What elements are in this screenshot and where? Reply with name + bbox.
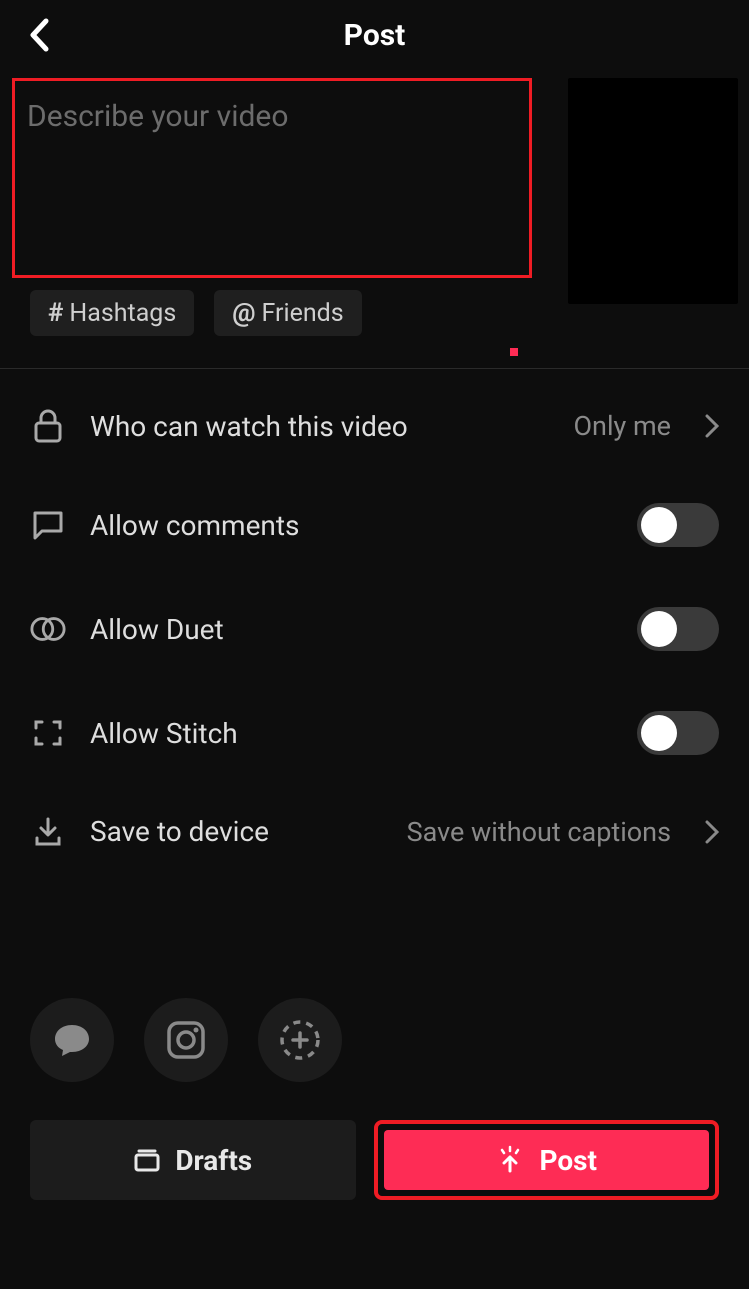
duet-label: Allow Duet <box>90 613 613 646</box>
caption-placeholder: Describe your video <box>27 99 517 134</box>
chips-row: # Hashtags @ Friends <box>30 290 550 336</box>
duet-row: Allow Duet <box>30 577 719 681</box>
caption-input[interactable]: Describe your video <box>12 78 532 278</box>
friends-label: Friends <box>262 299 344 328</box>
back-button[interactable] <box>28 18 50 52</box>
comment-icon <box>30 510 66 540</box>
indicator-dot <box>510 348 518 356</box>
chevron-left-icon <box>28 18 50 52</box>
instagram-icon <box>164 1018 208 1062</box>
save-value: Save without captions <box>407 816 671 848</box>
bottom-buttons: Drafts Post <box>0 1120 749 1200</box>
hashtags-button[interactable]: # Hashtags <box>30 290 194 336</box>
privacy-value: Only me <box>573 410 671 442</box>
chevron-right-icon <box>705 820 719 844</box>
hashtags-label: Hashtags <box>69 299 176 328</box>
share-message-button[interactable] <box>30 998 114 1082</box>
share-row <box>0 998 749 1082</box>
chevron-right-icon <box>705 414 719 438</box>
comments-row: Allow comments <box>30 473 719 577</box>
stitch-label: Allow Stitch <box>90 717 613 750</box>
stitch-toggle[interactable] <box>637 711 719 755</box>
save-label: Save to device <box>90 815 383 848</box>
compose-left: Describe your video # Hashtags @ Friends <box>30 78 550 336</box>
drafts-label: Drafts <box>175 1144 252 1177</box>
share-instagram-button[interactable] <box>144 998 228 1082</box>
save-row[interactable]: Save to device Save without captions <box>30 785 719 878</box>
settings-list: Who can watch this video Only me Allow c… <box>0 369 749 878</box>
post-label: Post <box>539 1144 597 1177</box>
duet-icon <box>30 615 66 643</box>
at-icon: @ <box>232 298 255 328</box>
privacy-row[interactable]: Who can watch this video Only me <box>30 379 719 473</box>
drafts-button[interactable]: Drafts <box>30 1120 356 1200</box>
duet-toggle[interactable] <box>637 607 719 651</box>
comments-toggle[interactable] <box>637 503 719 547</box>
share-story-button[interactable] <box>258 998 342 1082</box>
post-icon <box>495 1145 525 1175</box>
post-button-highlight: Post <box>374 1120 720 1200</box>
drafts-icon <box>133 1147 161 1173</box>
lock-icon <box>30 409 66 443</box>
story-icon <box>276 1016 324 1064</box>
hash-icon: # <box>48 298 63 328</box>
page-title: Post <box>344 18 406 53</box>
compose-area: Describe your video # Hashtags @ Friends <box>0 70 749 336</box>
header: Post <box>0 0 749 70</box>
privacy-label: Who can watch this video <box>90 410 549 443</box>
friends-button[interactable]: @ Friends <box>214 290 361 336</box>
speech-bubble-icon <box>52 1021 92 1059</box>
video-thumbnail[interactable] <box>568 78 738 304</box>
stitch-icon <box>30 717 66 749</box>
comments-label: Allow comments <box>90 509 613 542</box>
post-button[interactable]: Post <box>384 1130 710 1190</box>
stitch-row: Allow Stitch <box>30 681 719 785</box>
download-icon <box>30 816 66 848</box>
